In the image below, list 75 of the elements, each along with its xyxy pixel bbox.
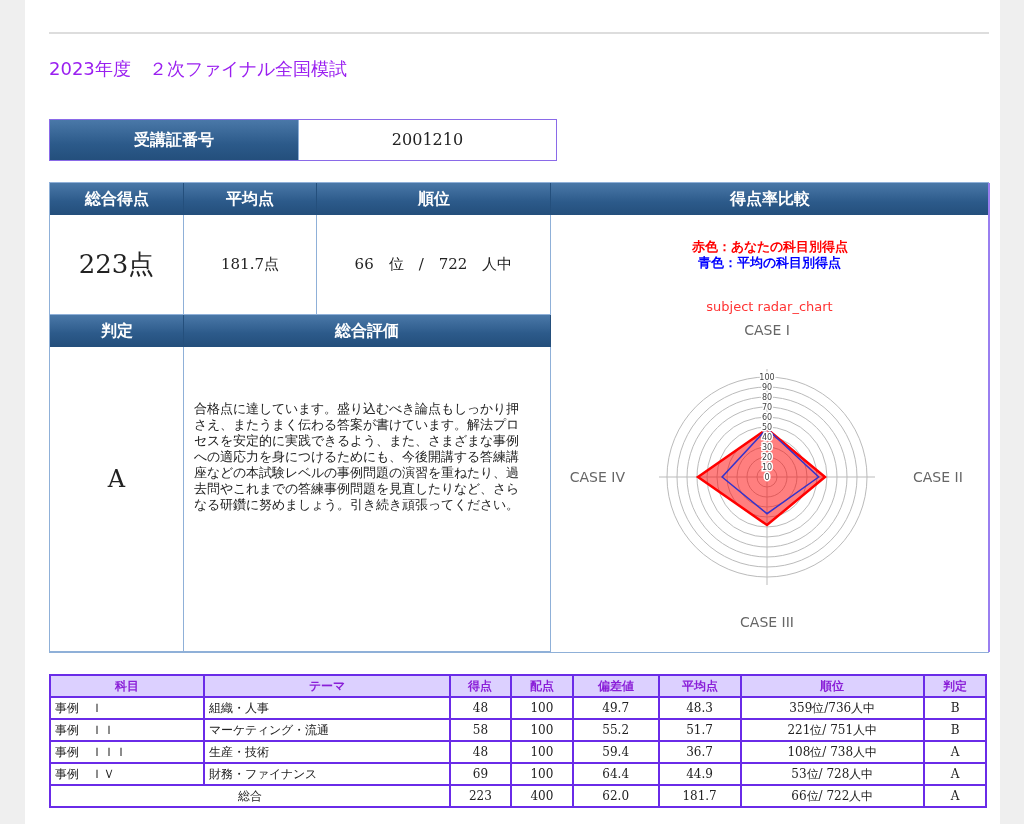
- table-cell: 359位/736人中: [740, 697, 925, 719]
- table-cell: 51.7: [658, 719, 741, 741]
- table-cell: 55.2: [572, 719, 659, 741]
- column-header: 総合評価: [184, 315, 551, 347]
- axis-label: CASE III: [740, 613, 794, 630]
- tick-label: 80: [761, 392, 773, 402]
- table-cell: 100: [510, 719, 573, 741]
- legend-text: 赤色：あなたの科目別得点: [691, 239, 848, 254]
- page-title: 2023年度 ２次ファイナル全国模試: [49, 58, 347, 79]
- table-cell: 66位/ 722人中: [740, 785, 925, 807]
- column-header: 偏差値: [572, 675, 659, 697]
- table-cell: 生産・技術: [203, 741, 450, 763]
- tick-label: 60: [761, 412, 773, 422]
- table-cell: 223: [449, 785, 511, 807]
- table-cell: 事例 ＩＩ: [50, 719, 204, 741]
- tick-label: 40: [761, 432, 773, 442]
- column-header: テーマ: [203, 675, 450, 697]
- tick-label: 90: [761, 382, 773, 392]
- table-cell: 49.7: [572, 697, 659, 719]
- column-header: 得点: [449, 675, 511, 697]
- column-header: 科目: [50, 675, 204, 697]
- table-cell: 221位/ 751人中: [740, 719, 925, 741]
- table-cell: 100: [510, 697, 573, 719]
- column-header: 総合得点: [50, 183, 184, 215]
- table-cell: B: [924, 697, 986, 719]
- table-cell: 69: [449, 763, 511, 785]
- column-header: 配点: [510, 675, 573, 697]
- column-header: 順位: [740, 675, 925, 697]
- id-value: 2001210: [298, 120, 556, 160]
- table-cell: 48.3: [658, 697, 741, 719]
- evaluation-text: 合格点に達しています。盛り込むべき論点もしっかり押さえ、またうまく伝わる答案が書けています。解法プロセスを安定的に実践できるよう、また、さまざまな事例への適応力を身につけるためにも、今後開講する答練講座などの本試験レベルの事例問題の演習を重ねたり、過去問やこれまでの答練事例問題を見直したりなど、さらなる研鑽に努めましょう。引き続き頑張ってください。: [193, 401, 520, 513]
- table-cell: A: [924, 763, 986, 785]
- table-cell: 100: [510, 741, 573, 763]
- tick-label: 20: [761, 452, 773, 462]
- table-cell: 組織・人事: [203, 697, 450, 719]
- table-cell: 36.7: [658, 741, 741, 763]
- table-cell: A: [924, 741, 986, 763]
- table-cell: 53位/ 728人中: [740, 763, 925, 785]
- column-header: 判定: [50, 315, 184, 347]
- table-cell: 58: [449, 719, 511, 741]
- table-cell: B: [924, 719, 986, 741]
- axis-label: CASE II: [913, 468, 963, 485]
- column-header: 判定: [924, 675, 986, 697]
- table-cell: 100: [510, 763, 573, 785]
- table-cell: 総合: [50, 785, 450, 807]
- column-header: 順位: [317, 183, 551, 215]
- column-header: 平均点: [184, 183, 317, 215]
- column-header: 平均点: [658, 675, 741, 697]
- legend-text: 青色：平均の科目別得点: [698, 255, 841, 270]
- judgement-grade: A: [50, 347, 184, 652]
- table-cell: 62.0: [572, 785, 659, 807]
- table-cell: 48: [449, 697, 511, 719]
- table-cell: 44.9: [658, 763, 741, 785]
- table-cell: マーケティング・流通: [203, 719, 450, 741]
- tick-label: 10: [761, 462, 773, 472]
- tick-label: 70: [761, 402, 773, 412]
- table-cell: 財務・ファイナンス: [203, 763, 450, 785]
- table-cell: 108位/ 738人中: [740, 741, 925, 763]
- chart-title: subject radar_chart: [706, 299, 833, 314]
- axis-label: CASE I: [744, 321, 790, 338]
- table-cell: 48: [449, 741, 511, 763]
- tick-label: 100: [759, 372, 775, 382]
- table-cell: A: [924, 785, 986, 807]
- table-cell: 事例 ＩＩＩ: [50, 741, 204, 763]
- axis-label: CASE IV: [569, 468, 625, 485]
- column-header: 得点率比較: [551, 183, 988, 215]
- tick-label: 30: [761, 442, 773, 452]
- table-cell: 181.7: [658, 785, 741, 807]
- table-cell: 事例 Ｉ: [50, 697, 204, 719]
- table-cell: 400: [510, 785, 573, 807]
- tick-label: 0: [764, 472, 770, 482]
- table-cell: 事例 ＩＶ: [50, 763, 204, 785]
- table-cell: 64.4: [572, 763, 659, 785]
- table-cell: 59.4: [572, 741, 659, 763]
- id-label: 受講証番号: [50, 120, 298, 160]
